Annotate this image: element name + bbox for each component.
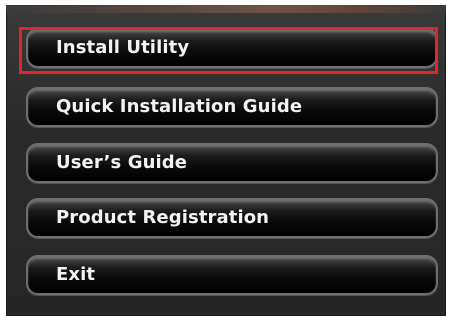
- quick-installation-guide-button[interactable]: Quick Installation Guide: [26, 87, 438, 127]
- product-registration-button[interactable]: Product Registration: [26, 198, 438, 238]
- exit-button[interactable]: Exit: [26, 255, 438, 295]
- install-utility-button[interactable]: Install Utility: [26, 28, 438, 68]
- users-guide-button[interactable]: User’s Guide: [26, 143, 438, 183]
- installer-menu-panel: Install Utility Quick Installation Guide…: [6, 5, 446, 316]
- install-utility-label: Install Utility: [56, 37, 190, 58]
- quick-installation-guide-label: Quick Installation Guide: [56, 96, 303, 117]
- product-registration-label: Product Registration: [56, 207, 270, 228]
- exit-label: Exit: [56, 264, 96, 285]
- panel-top-edge: [6, 5, 446, 13]
- users-guide-label: User’s Guide: [56, 152, 188, 173]
